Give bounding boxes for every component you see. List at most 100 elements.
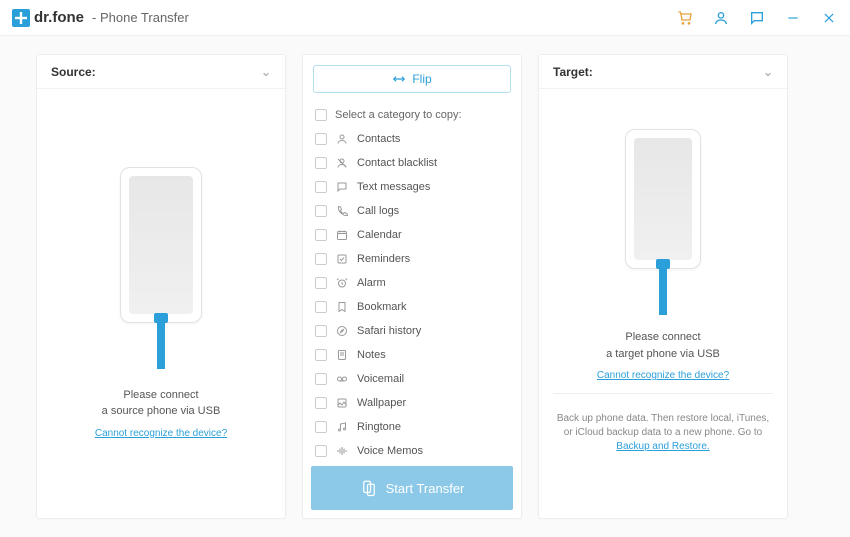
usb-cable-icon bbox=[157, 321, 165, 369]
category-label: Calendar bbox=[357, 229, 402, 241]
category-item[interactable]: Reminders bbox=[313, 247, 511, 271]
main-area: Source: ⌄ Please connect a source phone … bbox=[0, 36, 850, 537]
chevron-down-icon: ⌄ bbox=[763, 65, 773, 79]
wallpaper-icon bbox=[335, 396, 349, 410]
target-panel: Target: ⌄ Please connect a target phone … bbox=[538, 54, 788, 519]
window-title: - Phone Transfer bbox=[92, 10, 189, 25]
category-item[interactable]: Contact blacklist bbox=[313, 151, 511, 175]
checkbox[interactable] bbox=[315, 181, 327, 193]
divider bbox=[553, 393, 773, 394]
phone-placeholder-icon bbox=[625, 129, 701, 269]
checkbox[interactable] bbox=[315, 133, 327, 145]
calendar-icon bbox=[335, 228, 349, 242]
category-item[interactable]: Text messages bbox=[313, 175, 511, 199]
voicememo-icon bbox=[335, 444, 349, 458]
checkbox[interactable] bbox=[315, 325, 327, 337]
source-connect-message: Please connect a source phone via USB Ca… bbox=[95, 387, 227, 441]
target-help-link[interactable]: Cannot recognize the device? bbox=[597, 368, 729, 383]
notes-icon bbox=[335, 348, 349, 362]
checkbox[interactable] bbox=[315, 445, 327, 457]
category-label: Notes bbox=[357, 349, 386, 361]
minimize-icon[interactable] bbox=[784, 9, 802, 27]
category-item[interactable]: Voicemail bbox=[313, 367, 511, 391]
checkbox[interactable] bbox=[315, 301, 327, 313]
checkbox[interactable] bbox=[315, 421, 327, 433]
source-header[interactable]: Source: ⌄ bbox=[37, 55, 285, 89]
category-label: Reminders bbox=[357, 253, 410, 265]
cart-icon[interactable] bbox=[676, 9, 694, 27]
checkbox[interactable] bbox=[315, 253, 327, 265]
category-item[interactable]: Safari history bbox=[313, 319, 511, 343]
checkbox[interactable] bbox=[315, 229, 327, 241]
category-select-all[interactable]: Select a category to copy: bbox=[313, 103, 511, 127]
target-footer: Back up phone data. Then restore local, … bbox=[539, 404, 787, 462]
category-label: Text messages bbox=[357, 181, 430, 193]
flip-icon bbox=[392, 72, 406, 86]
category-label: Wallpaper bbox=[357, 397, 406, 409]
source-help-link[interactable]: Cannot recognize the device? bbox=[95, 426, 227, 441]
category-label: Bookmark bbox=[357, 301, 407, 313]
category-item[interactable]: Voice Memos bbox=[313, 439, 511, 458]
checkbox[interactable] bbox=[315, 205, 327, 217]
usb-cable-icon bbox=[659, 267, 667, 315]
transfer-icon bbox=[360, 479, 378, 497]
flip-button[interactable]: Flip bbox=[313, 65, 511, 93]
contact-icon bbox=[335, 132, 349, 146]
target-phone-area: Please connect a target phone via USB Ca… bbox=[539, 89, 787, 383]
category-label: Voicemail bbox=[357, 373, 404, 385]
app-logo: dr.fone bbox=[12, 9, 84, 27]
backup-restore-link[interactable]: Backup and Restore. bbox=[616, 441, 709, 452]
category-label: Alarm bbox=[357, 277, 386, 289]
category-item[interactable]: Call logs bbox=[313, 199, 511, 223]
call-icon bbox=[335, 204, 349, 218]
category-item[interactable]: Ringtone bbox=[313, 415, 511, 439]
chevron-down-icon: ⌄ bbox=[261, 65, 271, 79]
titlebar-actions bbox=[676, 9, 838, 27]
category-item[interactable]: Wallpaper bbox=[313, 391, 511, 415]
checkbox[interactable] bbox=[315, 277, 327, 289]
category-label: Voice Memos bbox=[357, 445, 423, 457]
footer-text: Back up phone data. Then restore local, … bbox=[557, 413, 769, 438]
safari-icon bbox=[335, 324, 349, 338]
feedback-icon[interactable] bbox=[748, 9, 766, 27]
bookmark-icon bbox=[335, 300, 349, 314]
category-label: Ringtone bbox=[357, 421, 401, 433]
category-label: Call logs bbox=[357, 205, 399, 217]
category-item[interactable]: Bookmark bbox=[313, 295, 511, 319]
category-list[interactable]: Select a category to copy: Contacts Conta… bbox=[303, 99, 521, 458]
source-label: Source: bbox=[51, 65, 96, 79]
target-header[interactable]: Target: ⌄ bbox=[539, 55, 787, 89]
category-item[interactable]: Notes bbox=[313, 343, 511, 367]
checkbox[interactable] bbox=[315, 373, 327, 385]
logo-icon bbox=[12, 9, 30, 27]
checkbox[interactable] bbox=[315, 157, 327, 169]
checkbox[interactable] bbox=[315, 397, 327, 409]
close-icon[interactable] bbox=[820, 9, 838, 27]
transfer-panel: Flip Select a category to copy: Contacts… bbox=[302, 54, 522, 519]
start-transfer-label: Start Transfer bbox=[386, 481, 465, 496]
target-label: Target: bbox=[553, 65, 593, 79]
category-item[interactable]: Contacts bbox=[313, 127, 511, 151]
category-label: Safari history bbox=[357, 325, 421, 337]
voicemail-icon bbox=[335, 372, 349, 386]
titlebar: dr.fone - Phone Transfer bbox=[0, 0, 850, 36]
select-header-label: Select a category to copy: bbox=[335, 109, 462, 121]
blacklist-icon bbox=[335, 156, 349, 170]
category-item[interactable]: Calendar bbox=[313, 223, 511, 247]
phone-placeholder-icon bbox=[120, 167, 202, 323]
category-label: Contact blacklist bbox=[357, 157, 437, 169]
message-icon bbox=[335, 180, 349, 194]
source-panel: Source: ⌄ Please connect a source phone … bbox=[36, 54, 286, 519]
flip-label: Flip bbox=[412, 72, 431, 86]
user-icon[interactable] bbox=[712, 9, 730, 27]
ringtone-icon bbox=[335, 420, 349, 434]
checkbox[interactable] bbox=[315, 109, 327, 121]
source-phone-area: Please connect a source phone via USB Ca… bbox=[37, 89, 285, 518]
category-item[interactable]: Alarm bbox=[313, 271, 511, 295]
category-label: Contacts bbox=[357, 133, 400, 145]
reminder-icon bbox=[335, 252, 349, 266]
target-connect-message: Please connect a target phone via USB Ca… bbox=[597, 329, 729, 383]
checkbox[interactable] bbox=[315, 349, 327, 361]
start-transfer-button[interactable]: Start Transfer bbox=[311, 466, 513, 510]
alarm-icon bbox=[335, 276, 349, 290]
